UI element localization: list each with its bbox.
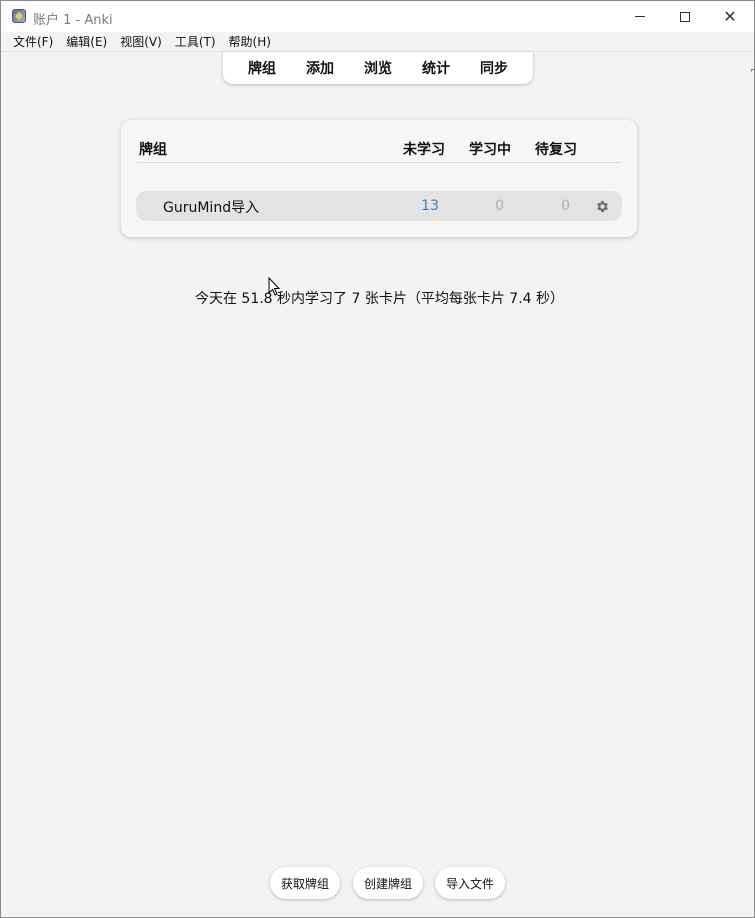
deck-new-count: 13 <box>421 198 439 214</box>
window-title: 账户 1 - Anki <box>33 13 113 28</box>
nav-browse[interactable]: 浏览 <box>358 58 398 78</box>
nav-decks[interactable]: 牌组 <box>242 58 282 78</box>
minimize-icon <box>635 16 645 17</box>
header-learning: 学习中 <box>469 142 511 158</box>
deck-learning-count: 0 <box>495 198 504 214</box>
nav-sync[interactable]: 同步 <box>474 58 514 78</box>
top-nav-bar: 牌组 添加 浏览 统计 同步 <box>223 52 533 84</box>
anki-main-window: 账户 1 - Anki ✕ 文件(F) 编辑(E) 视图(V) 工具(T) 帮助… <box>0 0 755 918</box>
gear-icon[interactable] <box>593 197 611 215</box>
deck-list-card: 牌组 未学习 学习中 待复习 GuruMind导入 13 0 0 <box>121 120 637 237</box>
nav-add[interactable]: 添加 <box>300 58 340 78</box>
title-bar[interactable]: 账户 1 - Anki ✕ <box>1 1 754 32</box>
header-new: 未学习 <box>403 142 445 158</box>
close-icon: ✕ <box>723 7 737 26</box>
get-shared-button[interactable]: 获取牌组 <box>270 867 340 899</box>
menu-bar: 文件(F) 编辑(E) 视图(V) 工具(T) 帮助(H) <box>1 32 754 52</box>
deck-due-count: 0 <box>561 198 570 214</box>
deck-row[interactable]: GuruMind导入 13 0 0 <box>136 191 622 221</box>
close-button[interactable]: ✕ <box>707 1 753 32</box>
study-stats-text: 今天在 51.8 秒内学习了 7 张卡片（平均每张卡片 7.4 秒） <box>194 291 565 307</box>
menu-help[interactable]: 帮助(H) <box>223 33 277 50</box>
edge-mark: ⌐ <box>750 66 754 78</box>
mouse-cursor-icon <box>268 277 280 296</box>
header-deck: 牌组 <box>139 142 167 158</box>
minimize-button[interactable] <box>617 1 663 32</box>
menu-file[interactable]: 文件(F) <box>7 33 59 50</box>
nav-stats[interactable]: 统计 <box>416 58 456 78</box>
import-file-button[interactable]: 导入文件 <box>435 867 505 899</box>
deck-list-header: 牌组 未学习 学习中 待复习 <box>137 139 622 163</box>
deck-name-link[interactable]: GuruMind导入 <box>163 197 259 217</box>
menu-tools[interactable]: 工具(T) <box>169 33 222 50</box>
header-due: 待复习 <box>535 142 577 158</box>
anki-app-icon[interactable] <box>12 9 26 23</box>
menu-edit[interactable]: 编辑(E) <box>60 33 113 50</box>
maximize-icon <box>680 11 690 22</box>
menu-view[interactable]: 视图(V) <box>114 33 168 50</box>
maximize-button[interactable] <box>662 1 708 32</box>
create-deck-button[interactable]: 创建牌组 <box>353 867 423 899</box>
